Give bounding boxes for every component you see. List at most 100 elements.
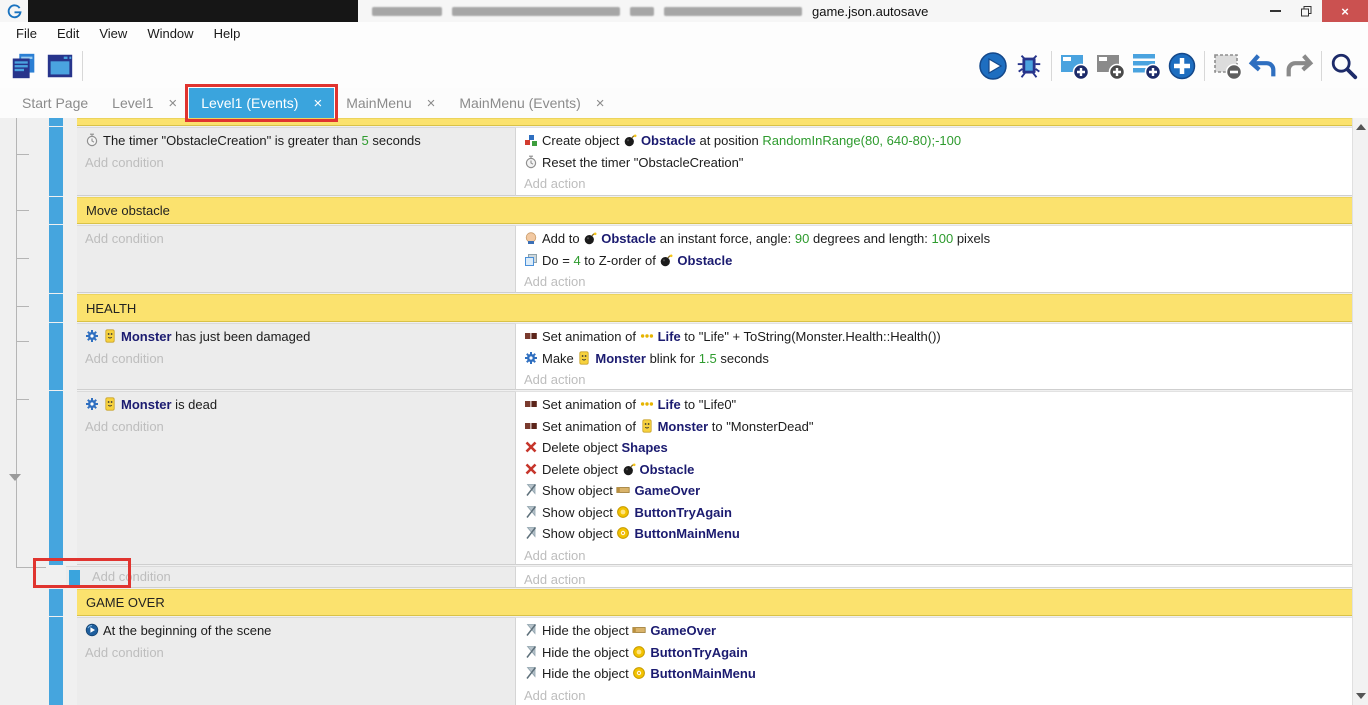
minimize-button[interactable] [1260,0,1291,22]
add-condition-button[interactable]: Add condition [77,228,515,250]
event-selection-bar[interactable] [49,127,63,196]
add-action-button[interactable]: Add action [516,685,1352,705]
tab-close-icon[interactable]: × [313,95,322,112]
action-line[interactable]: Show object ButtonTryAgain [516,502,1352,524]
add-comment-button[interactable] [1128,48,1164,84]
action-line[interactable]: Hide the object GameOver [516,620,1352,642]
vertical-scrollbar[interactable] [1352,118,1368,705]
add-action-button[interactable]: Add action [516,569,1352,591]
condition-line[interactable]: Monster has just been damaged [77,326,515,348]
tab-close-icon[interactable]: × [427,95,436,112]
event-selection-bar[interactable] [49,294,63,322]
event-selection-bar[interactable] [49,225,63,293]
scroll-down-icon[interactable] [1356,693,1366,699]
event-gutter [0,589,49,616]
event-marker[interactable] [69,570,80,585]
undo-button[interactable] [1245,48,1281,84]
close-button[interactable]: × [1322,0,1368,22]
actions-cell: Set animation of Life to "Life" + ToStri… [515,323,1352,390]
tab-level1[interactable]: Level1× [100,88,189,118]
action-line[interactable]: Hide the object ButtonTryAgain [516,642,1352,664]
button-tryagain-icon [632,645,646,659]
action-line[interactable]: Create object Obstacle at position Rando… [516,130,1352,152]
event-row[interactable]: Monster is deadAdd conditionSet animatio… [0,391,1352,565]
event-selection-bar[interactable] [49,323,63,390]
comment-text[interactable]: HEALTH [77,294,1352,322]
add-condition-button[interactable]: Add condition [77,416,515,438]
scene-editor-button[interactable] [42,48,78,84]
restore-button[interactable] [1291,0,1322,22]
tab-mainmenu-events-[interactable]: MainMenu (Events)× [447,88,616,118]
menu-edit[interactable]: Edit [47,26,89,41]
event-row[interactable]: The timer "ObstacleCreation" is greater … [0,127,1352,196]
add-action-button[interactable]: Add action [516,369,1352,391]
add-action-button[interactable]: Add action [516,173,1352,195]
action-line[interactable]: Delete object Obstacle [516,459,1352,481]
add-other-event-button[interactable] [1164,48,1200,84]
add-condition-button[interactable]: Add condition [77,642,515,664]
tab-close-icon[interactable]: × [168,95,177,112]
tab-start-page[interactable]: Start Page [10,88,100,118]
toolbar-separator [1321,51,1322,81]
play-button[interactable] [975,48,1011,84]
comment-text[interactable]: Move obstacle [77,197,1352,224]
action-line[interactable]: Set animation of Life to "Life0" [516,394,1352,416]
add-subevent-button[interactable] [1092,48,1128,84]
event-selection-bar[interactable] [49,589,63,616]
action-line[interactable]: Reset the timer "ObstacleCreation" [516,152,1352,174]
action-line[interactable]: Show object ButtonMainMenu [516,523,1352,545]
event-selection-bar[interactable] [49,617,63,705]
search-button[interactable] [1326,48,1362,84]
add-event-button[interactable] [1056,48,1092,84]
action-line[interactable]: Add to Obstacle an instant force, angle:… [516,228,1352,250]
menu-view[interactable]: View [89,26,137,41]
tab-mainmenu[interactable]: MainMenu × [334,88,447,118]
project-manager-button[interactable] [6,48,42,84]
event-row[interactable]: Add conditionAdd to Obstacle an instant … [0,225,1352,293]
comment-text[interactable] [77,118,1352,126]
action-line[interactable]: Set animation of Life to "Life" + ToStri… [516,326,1352,348]
action-line[interactable]: Do = 4 to Z-order of Obstacle [516,250,1352,272]
event-selection-bar[interactable] [49,118,63,126]
tab-label: MainMenu [346,95,411,111]
add-action-button[interactable]: Add action [516,545,1352,567]
event-selection-bar[interactable] [49,391,63,565]
event-row[interactable]: Monster has just been damagedAdd conditi… [0,323,1352,390]
action-line[interactable]: Delete object Shapes [516,437,1352,459]
scroll-up-icon[interactable] [1356,124,1366,130]
comment-row[interactable]: GAME OVER [0,589,1352,616]
event-row[interactable]: At the beginning of the sceneAdd conditi… [0,617,1352,705]
visibility-icon [524,666,538,680]
menu-file[interactable]: File [6,26,47,41]
empty-event-row[interactable]: Add condition Add action [0,566,1352,588]
timer-icon [524,155,538,169]
delete-event-button[interactable] [1209,48,1245,84]
comment-row[interactable]: HEALTH [0,294,1352,322]
event-text: Show object [542,505,616,520]
action-line[interactable]: Make Monster blink for 1.5 seconds [516,348,1352,370]
redo-button[interactable] [1281,48,1317,84]
gutter-gap [63,617,77,705]
debug-button[interactable] [1011,48,1047,84]
gdevelop-window: game.json.autosave × FileEditViewWindowH… [0,0,1368,705]
add-condition-button[interactable]: Add condition [84,566,177,588]
comment-partial-top[interactable] [0,118,1352,126]
comment-row[interactable]: Move obstacle [0,197,1352,224]
condition-line[interactable]: The timer "ObstacleCreation" is greater … [77,130,515,152]
comment-text[interactable]: GAME OVER [77,589,1352,616]
action-line[interactable]: Show object GameOver [516,480,1352,502]
event-text: seconds [717,351,769,366]
object-name: Obstacle [640,462,695,477]
menu-help[interactable]: Help [204,26,251,41]
add-condition-button[interactable]: Add condition [77,152,515,174]
add-condition-button[interactable]: Add condition [77,348,515,370]
condition-line[interactable]: Monster is dead [77,394,515,416]
menu-window[interactable]: Window [137,26,203,41]
add-action-button[interactable]: Add action [516,271,1352,293]
tab-close-icon[interactable]: × [596,95,605,112]
action-line[interactable]: Hide the object ButtonMainMenu [516,663,1352,685]
event-selection-bar[interactable] [49,197,63,224]
tab-level1-events-[interactable]: Level1 (Events)× [189,88,334,118]
action-line[interactable]: Set animation of Monster to "MonsterDead… [516,416,1352,438]
condition-line[interactable]: At the beginning of the scene [77,620,515,642]
